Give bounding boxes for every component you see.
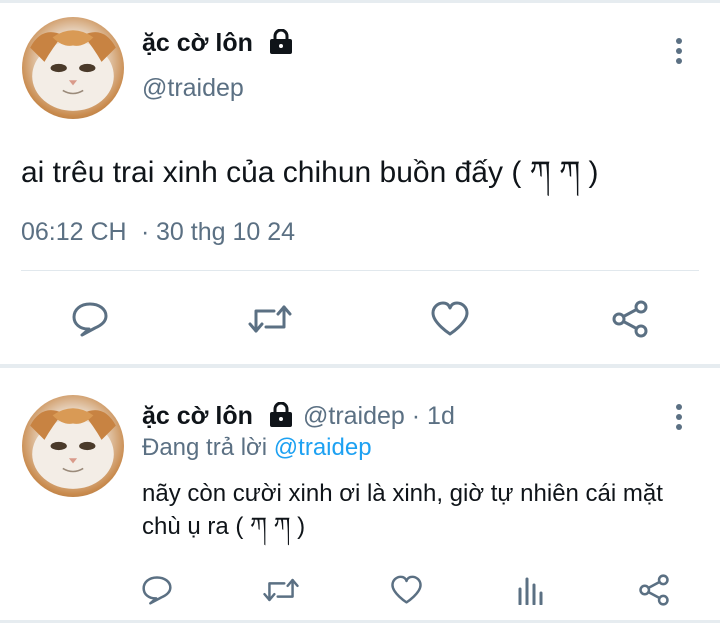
display-name[interactable]: ặc cờ lôn: [142, 29, 253, 58]
like-button[interactable]: [387, 572, 425, 608]
reply-icon: [72, 302, 108, 337]
reply-icon: [142, 576, 172, 605]
replying-to-label: Đang trả lời: [142, 434, 268, 461]
share-button[interactable]: [608, 298, 652, 340]
retweet-icon: [248, 305, 292, 333]
replying-to: Đang trả lời @traidep: [142, 434, 372, 462]
section-divider: [0, 364, 720, 368]
reply-button[interactable]: [68, 298, 112, 340]
share-button[interactable]: [636, 572, 672, 608]
share-icon: [612, 300, 648, 338]
username[interactable]: @traidep: [142, 74, 244, 103]
retweet-button[interactable]: [246, 298, 294, 340]
cat-avatar-image: [30, 30, 116, 111]
display-name[interactable]: ặc cờ lôn: [142, 402, 253, 431]
retweet-icon: [263, 578, 299, 602]
date-separator: ·: [141, 218, 150, 246]
retweet-button[interactable]: [261, 572, 301, 608]
more-vertical-icon[interactable]: [674, 404, 684, 434]
tweet-text: ai trêu trai xinh của chihun buồn đấy ( …: [21, 156, 599, 189]
replying-to-mention[interactable]: @traidep: [274, 434, 372, 461]
share-icon: [639, 574, 669, 606]
divider: [21, 270, 699, 271]
analytics-icon: [518, 577, 543, 605]
lock-icon: [270, 402, 292, 427]
analytics-button[interactable]: [513, 572, 549, 608]
heart-icon: [431, 301, 469, 336]
reply-text: nãy còn cười xinh ơi là xinh, giờ tự nhi…: [142, 480, 663, 540]
like-button[interactable]: [427, 298, 473, 340]
tweet-date[interactable]: 30 thg 10 24: [156, 218, 295, 247]
top-divider: [0, 0, 720, 3]
tweet-time[interactable]: 06:12 CH: [21, 218, 127, 247]
more-vertical-icon[interactable]: [674, 38, 684, 68]
lock-icon: [270, 29, 292, 54]
cat-avatar-image: [30, 408, 116, 489]
avatar[interactable]: [22, 17, 124, 119]
username-and-time[interactable]: @traidep · 1d: [303, 402, 455, 431]
reply-button[interactable]: [139, 572, 175, 608]
avatar[interactable]: [22, 395, 124, 497]
heart-icon: [390, 575, 422, 604]
